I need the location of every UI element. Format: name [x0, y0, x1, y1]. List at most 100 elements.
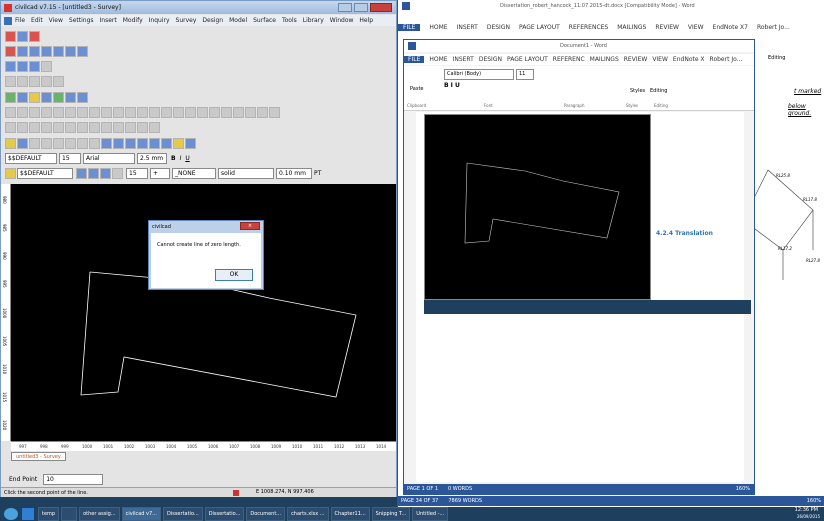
- word-front-tab-file[interactable]: FILE: [404, 56, 425, 63]
- bold-button[interactable]: B: [171, 155, 176, 162]
- print-icon[interactable]: [29, 138, 40, 149]
- properties-icon[interactable]: [173, 138, 184, 149]
- line-icon[interactable]: [17, 46, 28, 57]
- linetype-select[interactable]: solid: [218, 168, 274, 179]
- word-back-editing[interactable]: Editing: [768, 55, 785, 61]
- word-front-zoom[interactable]: 160%: [736, 486, 750, 492]
- task-other-assig[interactable]: other assig...: [79, 507, 120, 521]
- menu-library[interactable]: Library: [303, 17, 324, 24]
- task-snipping[interactable]: Snipping T...: [371, 507, 411, 521]
- draw-5-icon[interactable]: [53, 107, 64, 118]
- word-back-tab-references[interactable]: REFERENCES: [569, 24, 608, 31]
- close-button[interactable]: [370, 3, 392, 12]
- redo-icon[interactable]: [89, 138, 100, 149]
- contour-icon[interactable]: [5, 92, 16, 103]
- draw-22-icon[interactable]: [257, 107, 268, 118]
- clock-date[interactable]: 26/09/2015: [797, 514, 820, 519]
- paste-icon[interactable]: [65, 138, 76, 149]
- zoom-window-icon[interactable]: [125, 138, 136, 149]
- extend-icon[interactable]: [41, 76, 52, 87]
- word-back-tab-review[interactable]: REVIEW: [655, 24, 679, 31]
- draw-12-icon[interactable]: [137, 107, 148, 118]
- task-media[interactable]: [61, 507, 78, 521]
- minimize-button[interactable]: [338, 3, 352, 12]
- word-front-tab-view[interactable]: VIEW: [652, 56, 668, 63]
- italic-button[interactable]: I: [180, 155, 182, 162]
- edit-1-icon[interactable]: [5, 122, 16, 133]
- color-icon[interactable]: [112, 168, 123, 179]
- undo-icon[interactable]: [77, 138, 88, 149]
- edit-9-icon[interactable]: [101, 122, 112, 133]
- menu-survey[interactable]: Survey: [176, 17, 197, 24]
- menu-file[interactable]: File: [15, 17, 25, 24]
- none-select[interactable]: _NONE: [172, 168, 216, 179]
- word-back-tab-home[interactable]: HOME: [429, 24, 447, 31]
- surface-icon[interactable]: [41, 92, 52, 103]
- word-front-tab-home[interactable]: HOME: [429, 56, 447, 63]
- zoom-extents-icon[interactable]: [137, 138, 148, 149]
- menu-window[interactable]: Window: [330, 17, 354, 24]
- check-icon[interactable]: [65, 46, 76, 57]
- open-icon[interactable]: [5, 138, 16, 149]
- draw-17-icon[interactable]: [197, 107, 208, 118]
- word-front-page[interactable]: 4.2.4 Translation: [416, 112, 751, 482]
- underline-button[interactable]: U: [185, 155, 189, 162]
- draw-21-icon[interactable]: [245, 107, 256, 118]
- draw-10-icon[interactable]: [113, 107, 124, 118]
- trim-icon[interactable]: [29, 76, 40, 87]
- draw-20-icon[interactable]: [233, 107, 244, 118]
- task-untitled[interactable]: Untitled -...: [412, 507, 449, 521]
- menu-settings[interactable]: Settings: [69, 17, 94, 24]
- polyline-icon[interactable]: [41, 46, 52, 57]
- word-front-tab-references[interactable]: REFERENC: [553, 56, 585, 63]
- snap-icon[interactable]: [5, 31, 16, 42]
- word-front-paste-button[interactable]: Paste: [410, 86, 424, 92]
- level-icon[interactable]: [29, 61, 40, 72]
- menu-surface[interactable]: Surface: [253, 17, 276, 24]
- task-charts[interactable]: charts.xlsx ...: [287, 507, 329, 521]
- diamond-icon[interactable]: [29, 92, 40, 103]
- task-temp[interactable]: temp: [38, 507, 60, 521]
- arrow-left-icon[interactable]: [76, 168, 87, 179]
- lineweight-select[interactable]: 0.10 mm: [276, 168, 312, 179]
- cross-icon[interactable]: [29, 46, 40, 57]
- dialog-close-button[interactable]: ×: [240, 222, 260, 230]
- copy-icon[interactable]: [53, 138, 64, 149]
- volume-icon[interactable]: [53, 92, 64, 103]
- arrow-right-icon[interactable]: [88, 168, 99, 179]
- draw-8-icon[interactable]: [89, 107, 100, 118]
- edit-5-icon[interactable]: [53, 122, 64, 133]
- label-icon[interactable]: [65, 92, 76, 103]
- word-front-tab-design[interactable]: DESIGN: [479, 56, 502, 63]
- zoom-in-icon[interactable]: [101, 138, 112, 149]
- word-back-tab-insert[interactable]: INSERT: [457, 24, 478, 31]
- menu-view[interactable]: View: [49, 17, 63, 24]
- edit-11-icon[interactable]: [125, 122, 136, 133]
- word-front-user[interactable]: Robert Jo...: [710, 56, 743, 63]
- word-back-tab-view[interactable]: VIEW: [688, 24, 704, 31]
- draw-3-icon[interactable]: [29, 107, 40, 118]
- zoom-prev-icon[interactable]: [149, 138, 160, 149]
- draw-9-icon[interactable]: [101, 107, 112, 118]
- word-front-tab-review[interactable]: REVIEW: [624, 56, 648, 63]
- menu-modify[interactable]: Modify: [123, 17, 143, 24]
- maximize-button[interactable]: [354, 3, 368, 12]
- word-back-tab-mailings[interactable]: MAILINGS: [617, 24, 646, 31]
- draw-14-icon[interactable]: [161, 107, 172, 118]
- layer-select[interactable]: $$DEFAULT: [5, 153, 57, 164]
- text-size-select[interactable]: 2.5 mm: [137, 153, 167, 164]
- cut-tool-icon[interactable]: [41, 138, 52, 149]
- edit-6-icon[interactable]: [65, 122, 76, 133]
- point-icon[interactable]: [5, 46, 16, 57]
- word-front-size-select[interactable]: 11: [516, 69, 534, 80]
- draw-2-icon[interactable]: [17, 107, 28, 118]
- draw-13-icon[interactable]: [149, 107, 160, 118]
- cut-icon[interactable]: [77, 92, 88, 103]
- edit-2-icon[interactable]: [17, 122, 28, 133]
- pan-icon[interactable]: [161, 138, 172, 149]
- table-icon[interactable]: [77, 46, 88, 57]
- edit-7-icon[interactable]: [77, 122, 88, 133]
- draw-18-icon[interactable]: [209, 107, 220, 118]
- task-dissertation-1[interactable]: Dissertatio...: [162, 507, 203, 521]
- grid-icon[interactable]: [17, 31, 28, 42]
